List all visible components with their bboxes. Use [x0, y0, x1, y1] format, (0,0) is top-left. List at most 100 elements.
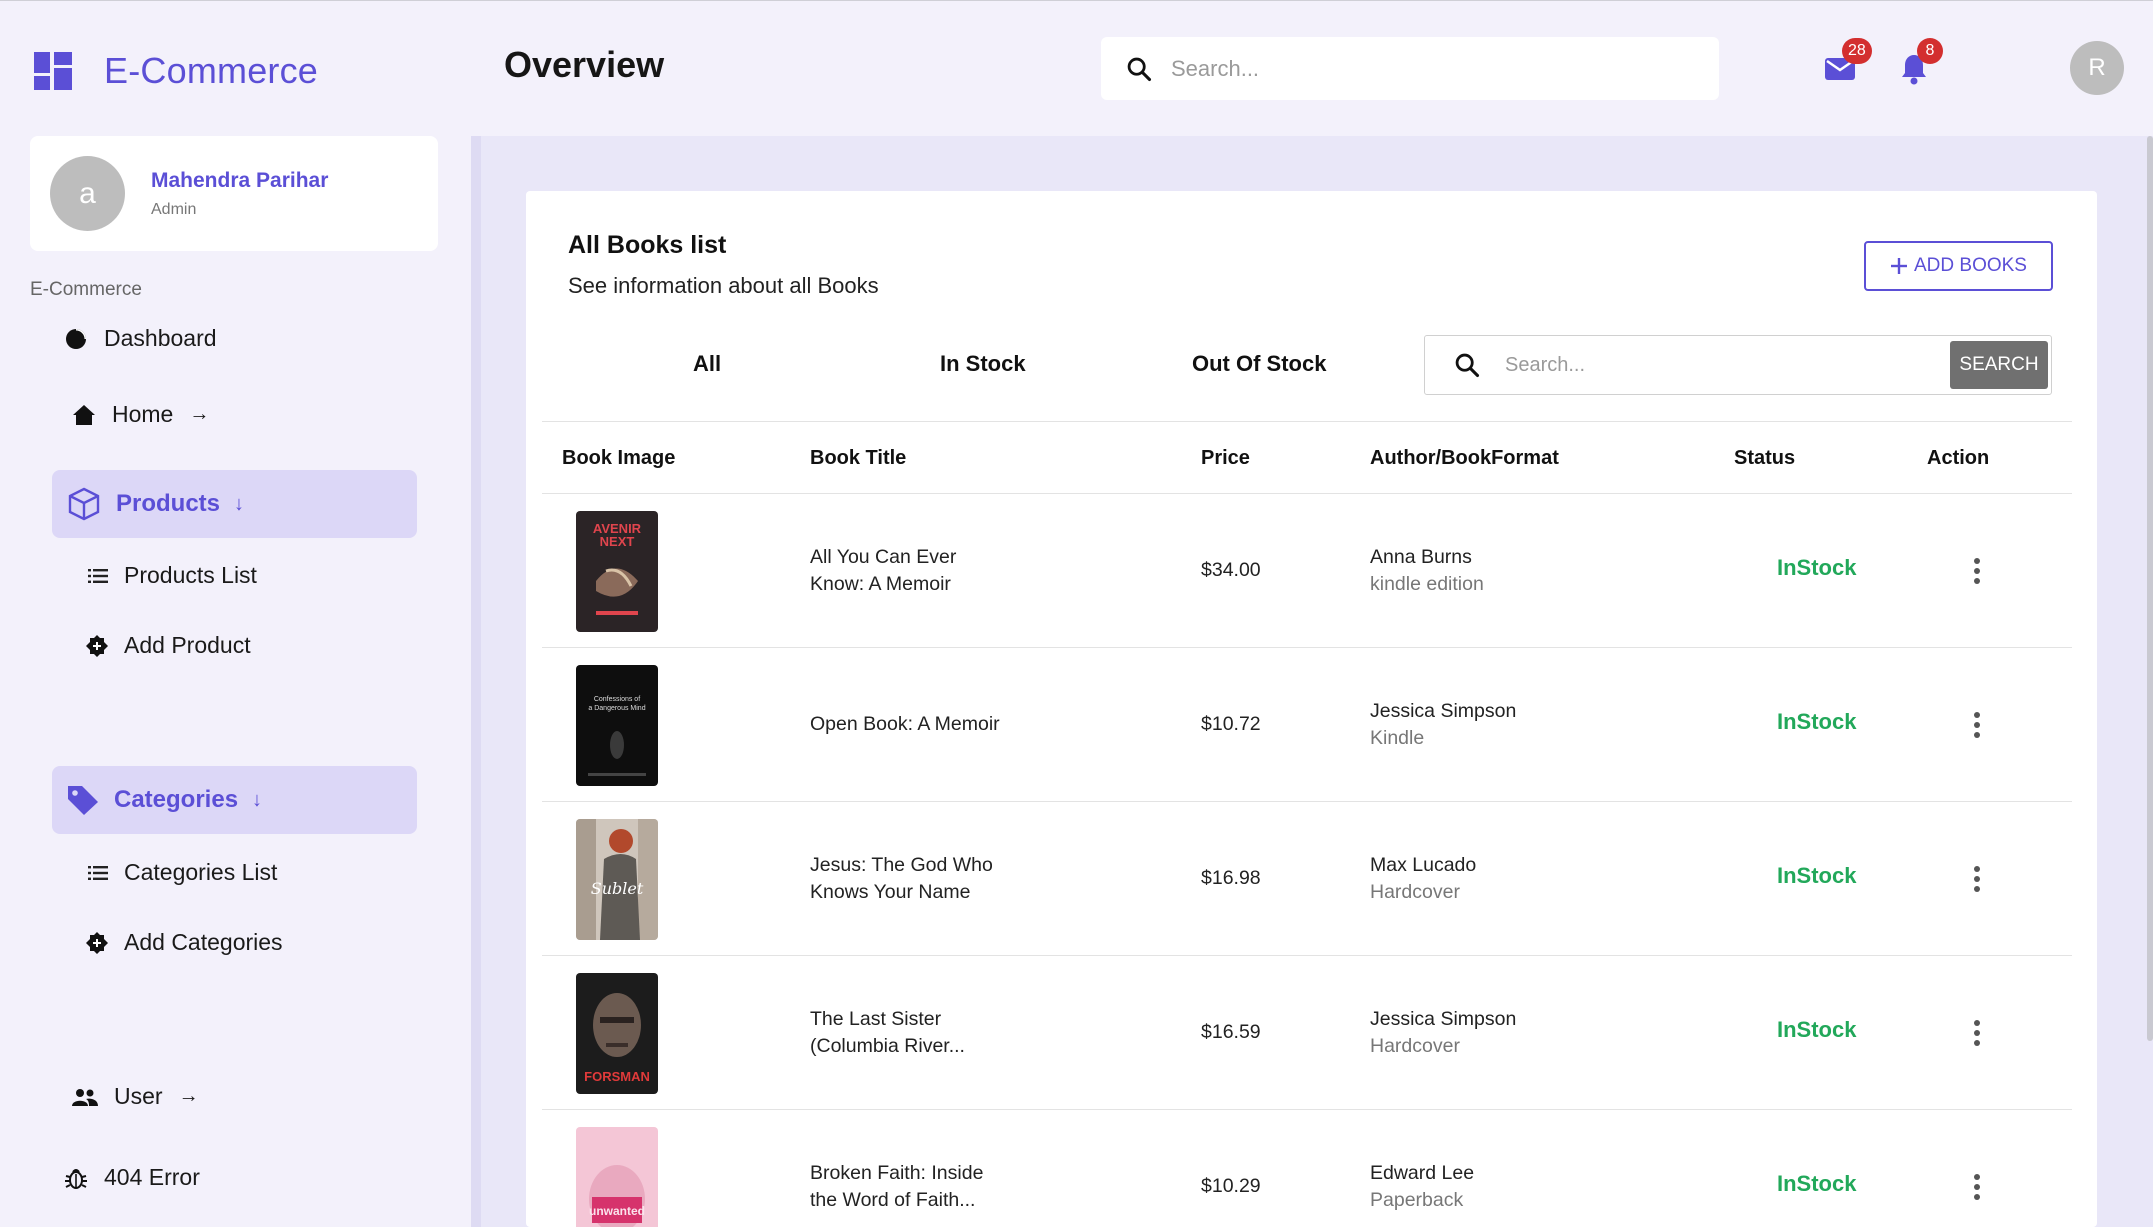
more-vertical-icon[interactable]	[1967, 866, 1987, 892]
status-badge: InStock	[1777, 1017, 1857, 1042]
book-author: Max Lucado Hardcover	[1370, 854, 1477, 903]
plus-icon	[1891, 258, 1907, 274]
status-badge: InStock	[1777, 709, 1857, 734]
divider	[542, 421, 2072, 422]
column-header-price: Price	[1201, 447, 1250, 469]
tab-in-stock[interactable]: In Stock	[940, 351, 1026, 377]
table-row: AVENIR NEXT All You Can Ever Know: A Memo…	[542, 494, 2072, 648]
book-title: Jesus: The God Who Knows Your Name	[810, 854, 993, 903]
list-icon	[88, 568, 108, 583]
book-price: $10.29	[1201, 1175, 1261, 1197]
mail-count-badge: 28	[1842, 38, 1872, 64]
sidebar-item-products-list[interactable]: Products List	[88, 562, 257, 589]
add-badge-icon	[86, 634, 108, 657]
confessions-cover: Confessions of a Dangerous Mind	[576, 665, 658, 786]
book-cover-image: FORSMAN	[576, 973, 658, 1094]
book-title: Broken Faith: Inside the Word of Faith...	[810, 1162, 984, 1211]
table-row: Sublet Jesus: The God Who Knows Your Name…	[542, 802, 2072, 956]
sidebar-item-label: Products List	[124, 562, 257, 588]
tab-all[interactable]: All	[693, 351, 721, 377]
forsman-cover: FORSMAN	[576, 973, 658, 1094]
brand-title: E-Commerce	[104, 50, 319, 91]
card-title: All Books list	[568, 231, 727, 259]
add-badge-icon	[86, 931, 108, 954]
column-header-status: Status	[1734, 447, 1796, 469]
list-icon	[88, 865, 108, 880]
book-price: $16.98	[1201, 867, 1261, 889]
sidebar-item-label: Add Product	[124, 632, 251, 658]
arrow-right-icon: →	[189, 403, 210, 425]
sidebar-item-label: Home	[112, 401, 174, 427]
status-badge: InStock	[1777, 863, 1857, 888]
profile-role: Admin	[151, 200, 197, 218]
book-price: $10.72	[1201, 713, 1261, 735]
status-badge: InStock	[1777, 1171, 1857, 1196]
page-title: Overview	[504, 44, 665, 85]
column-header-book-image: Book Image	[562, 447, 676, 469]
sidebar-item-label: Dashboard	[104, 325, 217, 351]
header-search[interactable]	[1101, 37, 1719, 100]
sidebar-item-products[interactable]: Products ↓	[52, 470, 417, 538]
sidebar-item-label: Products	[116, 490, 221, 517]
sidebar-item-home[interactable]: Home →	[72, 401, 209, 428]
column-header-book-title: Book Title	[810, 447, 907, 469]
card-subtitle: See information about all Books	[568, 273, 879, 298]
tab-out-of-stock[interactable]: Out Of Stock	[1192, 351, 1326, 377]
more-vertical-icon[interactable]	[1967, 1174, 1987, 1200]
mail-button[interactable]: 28	[1820, 38, 1872, 86]
header-search-input[interactable]	[1171, 55, 1691, 82]
sublet-cover: Sublet	[576, 819, 658, 940]
more-vertical-icon[interactable]	[1967, 558, 1987, 584]
sidebar-item-dashboard[interactable]: Dashboard	[64, 325, 217, 352]
add-books-button[interactable]: ADD BOOKS	[1864, 241, 2053, 291]
tag-icon	[68, 786, 98, 815]
sidebar-item-label: Add Categories	[124, 929, 283, 955]
status-badge: InStock	[1777, 555, 1857, 580]
more-vertical-icon[interactable]	[1967, 1020, 1987, 1046]
book-cover-image: unwanted	[576, 1127, 658, 1227]
profile-name: Mahendra Parihar	[151, 168, 329, 192]
book-cover-image: Sublet	[576, 819, 658, 940]
sidebar-item-categories-list[interactable]: Categories List	[88, 859, 277, 886]
svg-text:a Dangerous Mind: a Dangerous Mind	[588, 705, 645, 712]
profile-card[interactable]: a Mahendra Parihar Admin	[30, 136, 438, 251]
search-icon	[1127, 57, 1152, 81]
sidebar-item-categories[interactable]: Categories ↓	[52, 766, 417, 834]
top-border	[0, 0, 2153, 1]
book-title: All You Can Ever Know: A Memoir	[810, 546, 957, 595]
book-cover-image: AVENIR NEXT	[576, 511, 658, 632]
vertical-scrollbar[interactable]	[2147, 136, 2153, 1041]
more-vertical-icon[interactable]	[1967, 712, 1987, 738]
sidebar-item-label: Categories List	[124, 859, 278, 885]
svg-text:unwanted: unwanted	[589, 1204, 645, 1218]
sidebar-item-label: Categories	[114, 786, 239, 813]
brand-logo[interactable]: E-Commerce	[34, 50, 318, 92]
dashboard-grid-icon	[34, 52, 72, 90]
sidebar-item-add-product[interactable]: Add Product	[86, 632, 251, 659]
table-row: FORSMAN The Last Sister (Columbia River..…	[542, 956, 2072, 1110]
table-row: unwanted Broken Faith: Inside the Word of…	[542, 1110, 2072, 1227]
books-search[interactable]: SEARCH	[1424, 335, 2052, 395]
search-button[interactable]: SEARCH	[1950, 341, 2048, 389]
arrow-right-icon: →	[178, 1085, 199, 1107]
sidebar-item-user[interactable]: User →	[72, 1083, 199, 1110]
book-price: $34.00	[1201, 559, 1261, 581]
book-price: $16.59	[1201, 1021, 1261, 1043]
books-search-input[interactable]	[1505, 353, 1925, 377]
user-avatar[interactable]: R	[2070, 41, 2124, 95]
book-title: The Last Sister (Columbia River...	[810, 1008, 965, 1057]
search-icon	[1455, 353, 1480, 378]
avenir-next-cover: AVENIR NEXT	[576, 511, 658, 632]
sidebar-item-add-categories[interactable]: Add Categories	[86, 929, 283, 956]
notification-button[interactable]: 8	[1897, 38, 1943, 86]
notification-count-badge: 8	[1917, 38, 1943, 64]
pink-cover: unwanted	[576, 1127, 658, 1227]
users-icon	[72, 1088, 98, 1106]
books-card: All Books list See information about all…	[526, 191, 2097, 1227]
book-cover-image: Confessions of a Dangerous Mind	[576, 665, 658, 786]
sidebar-item-404-error[interactable]: 404 Error	[64, 1164, 200, 1191]
pie-chart-icon	[66, 328, 86, 349]
svg-text:Sublet: Sublet	[591, 879, 644, 898]
book-author: Jessica Simpson Kindle	[1370, 700, 1517, 749]
book-author: Jessica Simpson Hardcover	[1370, 1008, 1517, 1057]
